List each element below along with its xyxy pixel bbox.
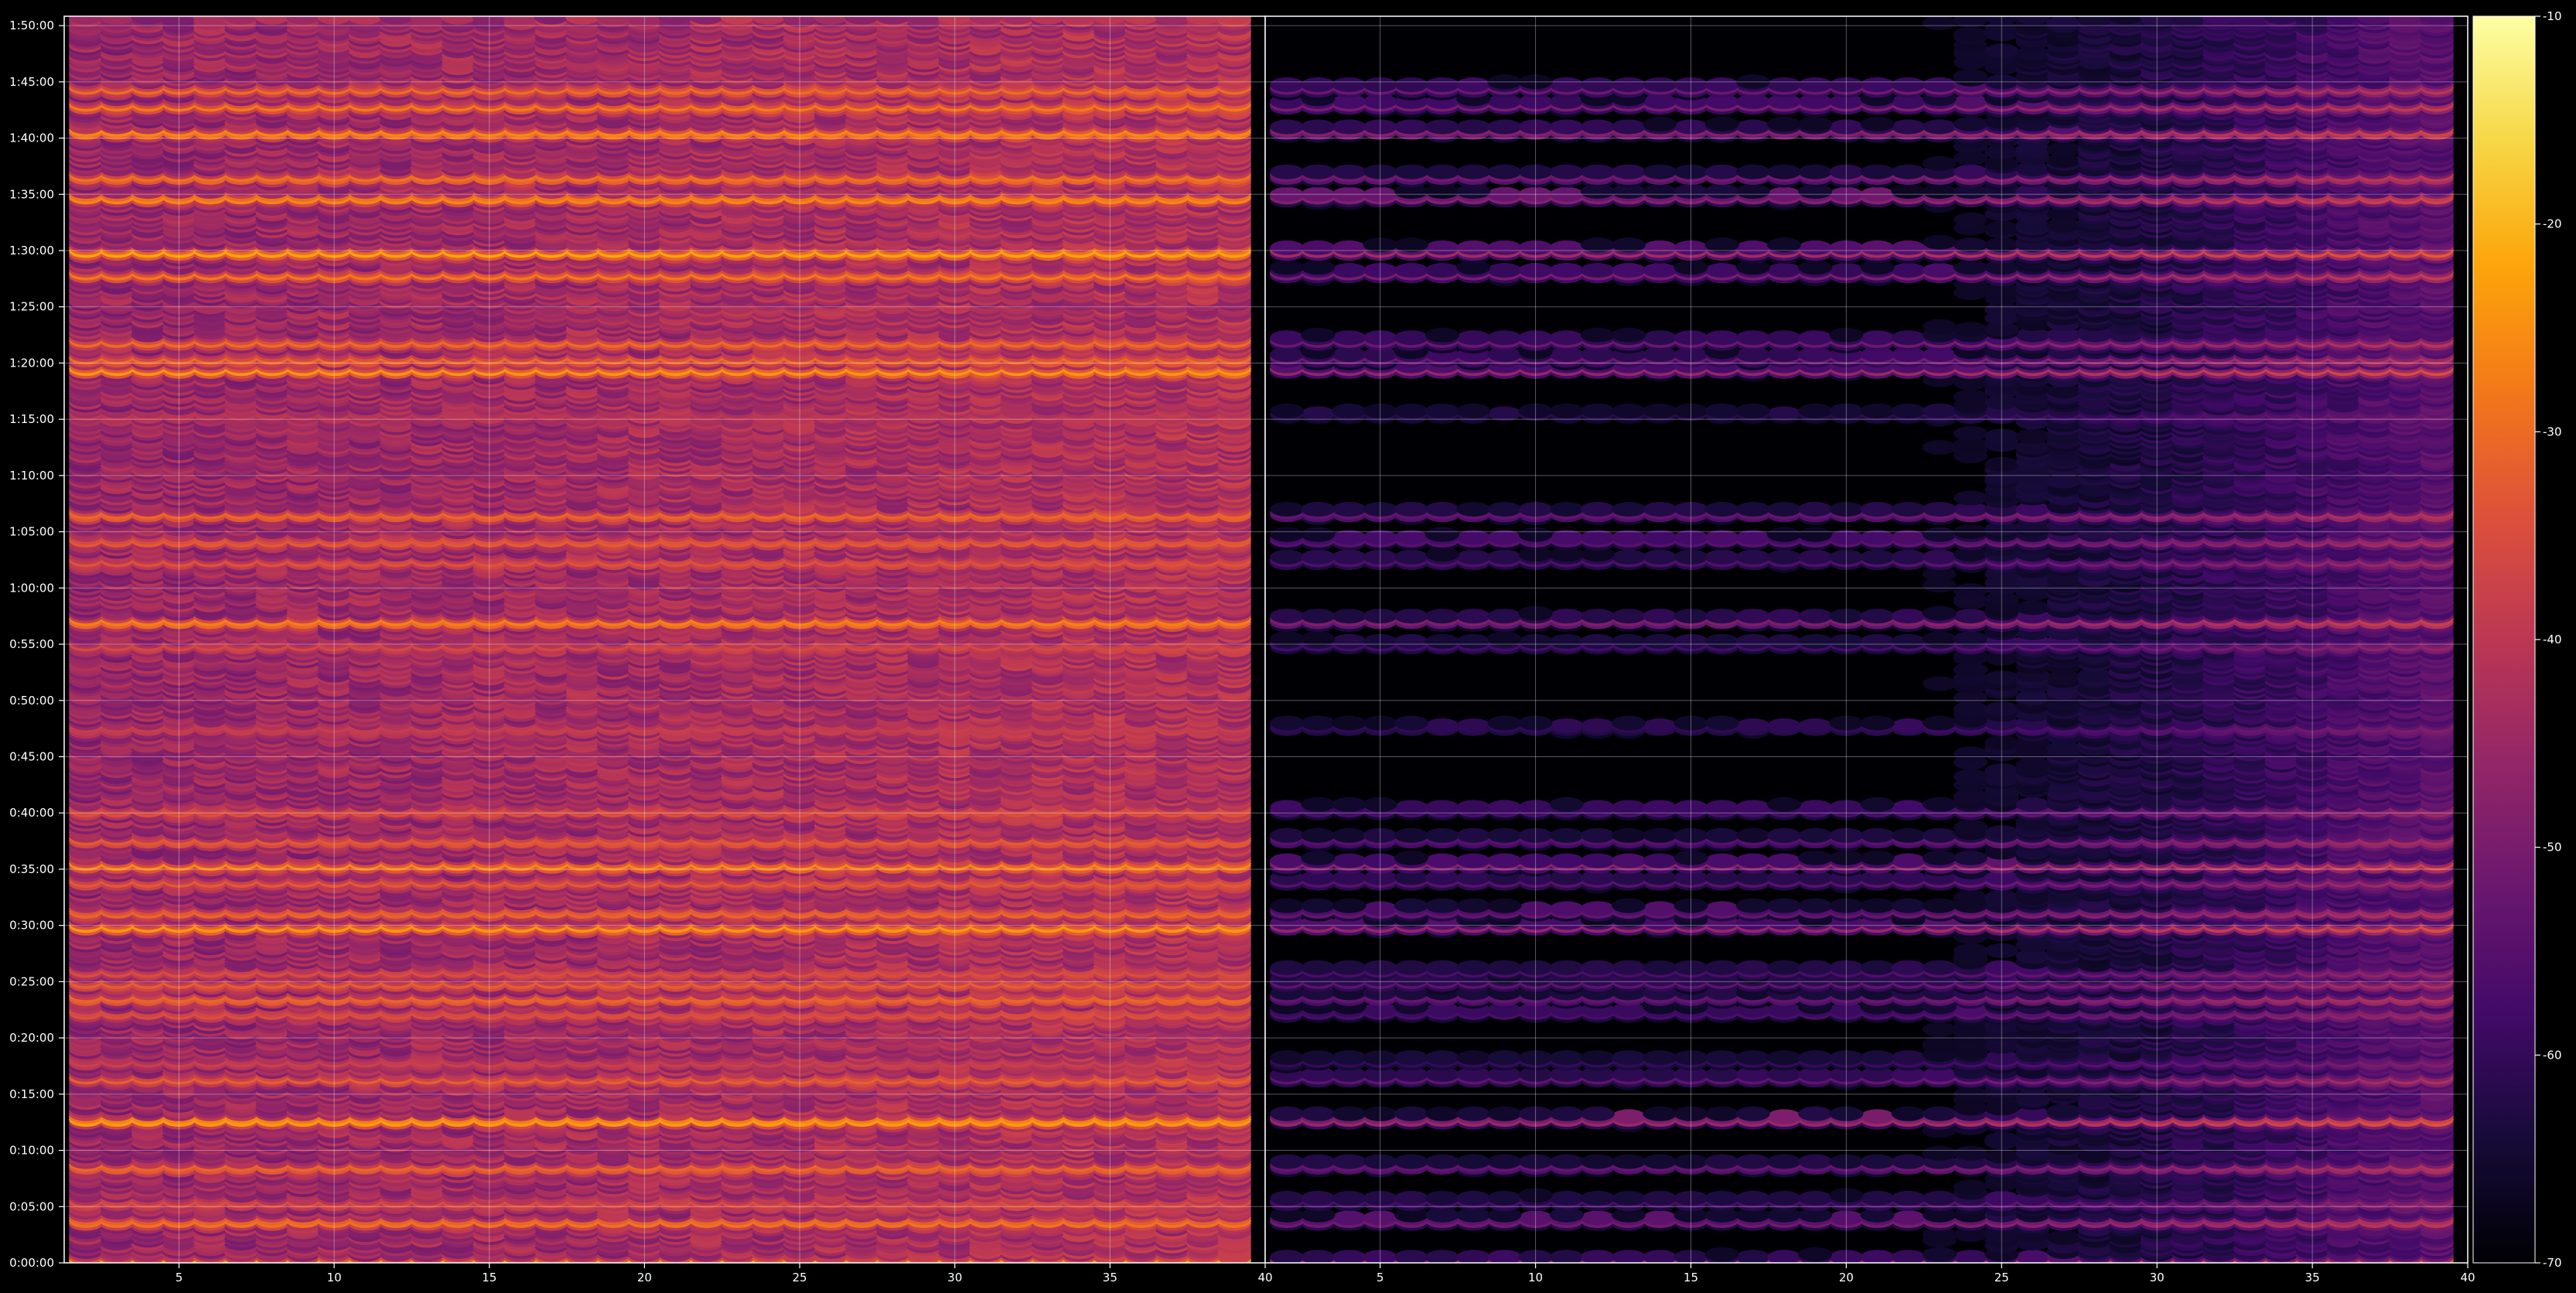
spectrogram-figure: 0:00:000:05:000:10:000:15:000:20:000:25:… bbox=[9, 9, 2561, 1284]
heatmap-panel-left bbox=[63, 15, 1266, 1264]
